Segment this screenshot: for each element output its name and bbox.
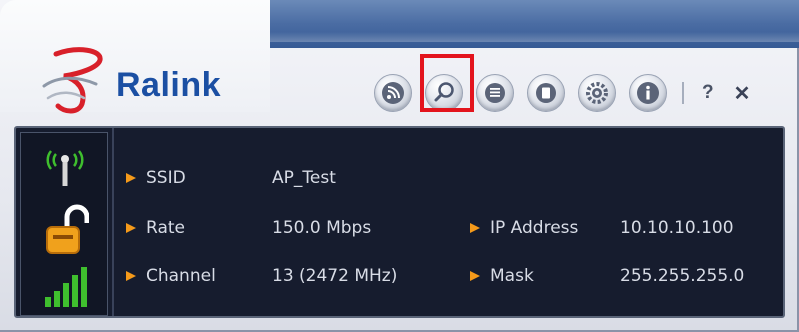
ip-address-value: 10.10.10.100 — [620, 218, 734, 238]
help-button[interactable]: ? — [702, 82, 714, 104]
about-button[interactable] — [629, 74, 667, 112]
ssid-value: AP_Test — [272, 168, 336, 188]
profile-button[interactable] — [374, 74, 412, 112]
bullet-arrow-icon — [470, 271, 480, 281]
settings-button[interactable] — [578, 74, 616, 112]
panel-divider — [112, 128, 114, 316]
title-band — [228, 0, 799, 48]
brand-name: Ralink — [116, 66, 222, 104]
ip-label-group: IP Address — [468, 218, 578, 238]
list-icon — [485, 83, 505, 103]
bullet-arrow-icon — [126, 223, 136, 233]
unlocked-padlock-icon — [46, 204, 89, 254]
rate-value: 150.0 Mbps — [272, 218, 372, 238]
channel-value: 13 (2472 MHz) — [272, 266, 398, 286]
page-icon — [536, 83, 556, 103]
info-icon — [637, 82, 659, 104]
signal-bars-icon — [45, 267, 87, 307]
link-status-button[interactable] — [476, 74, 514, 112]
ip-address-label: IP Address — [490, 218, 579, 238]
highlight-box — [420, 54, 474, 112]
mask-label-group: Mask — [468, 266, 534, 286]
bullet-arrow-icon — [126, 271, 136, 281]
antenna-icon — [46, 150, 84, 186]
rate-label-group: Rate — [124, 218, 185, 238]
mask-label: Mask — [490, 266, 534, 286]
connection-panel: SSID AP_Test Rate 150.0 Mbps IP Address … — [14, 126, 785, 318]
ralink-logo-icon — [42, 47, 103, 114]
ssid-label: SSID — [146, 168, 186, 188]
toolbar-separator — [682, 82, 684, 104]
channel-label-group: Channel — [124, 266, 216, 286]
rss-profile-icon — [382, 82, 404, 104]
ssid-label-group: SSID — [124, 168, 186, 188]
statistics-button[interactable] — [527, 74, 565, 112]
gear-icon — [586, 82, 608, 104]
bullet-arrow-icon — [126, 173, 136, 183]
channel-label: Channel — [146, 266, 216, 286]
bullet-arrow-icon — [470, 223, 480, 233]
mask-value: 255.255.255.0 — [620, 266, 745, 286]
rate-label: Rate — [146, 218, 185, 238]
close-button[interactable]: ✕ — [734, 81, 751, 106]
status-column — [20, 132, 108, 316]
